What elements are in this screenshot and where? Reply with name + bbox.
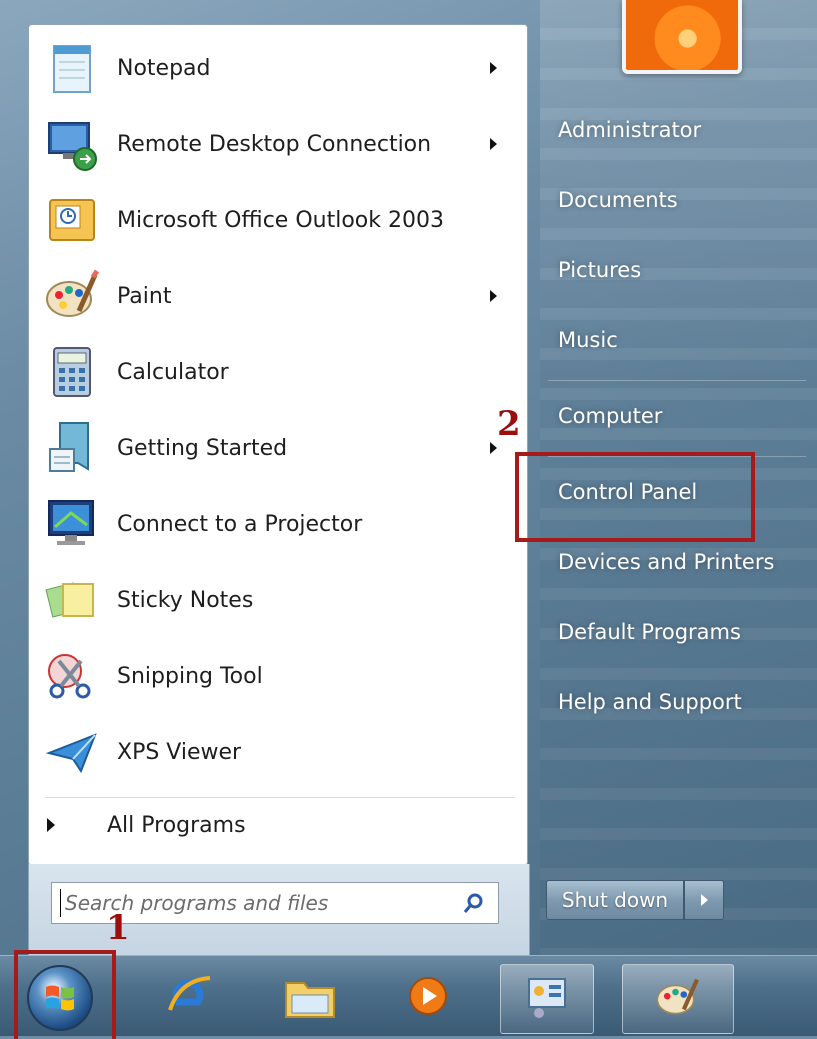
remote-desktop-icon: [39, 111, 105, 177]
program-getting-started[interactable]: Getting Started: [37, 413, 519, 483]
taskbar-internet-explorer[interactable]: [142, 964, 234, 1032]
submenu-arrow-icon[interactable]: [490, 62, 497, 74]
projector-icon: [39, 491, 105, 557]
calculator-icon: [39, 339, 105, 405]
step-marker-2: 2: [497, 404, 521, 444]
taskbar-media-player[interactable]: [382, 964, 474, 1032]
right-item-label: Devices and Printers: [558, 550, 775, 574]
program-notepad[interactable]: Notepad: [37, 33, 519, 103]
right-item-label: Help and Support: [558, 690, 742, 714]
search-area: Search programs and files: [28, 864, 530, 956]
text-caret: [60, 889, 61, 917]
program-outlook[interactable]: Microsoft Office Outlook 2003: [37, 185, 519, 255]
right-item-help-support[interactable]: Help and Support: [548, 680, 810, 724]
program-label: XPS Viewer: [117, 739, 242, 765]
control-panel-icon: [523, 973, 571, 1025]
separator: [45, 797, 515, 798]
expand-arrow-icon: [47, 818, 55, 832]
all-programs-button[interactable]: All Programs: [37, 805, 519, 845]
getting-started-icon: [39, 415, 105, 481]
program-label: Remote Desktop Connection: [117, 131, 432, 157]
program-snipping-tool[interactable]: Snipping Tool: [37, 641, 519, 711]
paint-icon: [652, 973, 704, 1025]
windows-explorer-icon: [282, 971, 338, 1025]
snipping-tool-icon: [39, 643, 105, 709]
program-label: Microsoft Office Outlook 2003: [117, 207, 444, 233]
right-item-music[interactable]: Music: [548, 318, 810, 362]
search-icon[interactable]: [462, 891, 486, 919]
paint-icon: [39, 263, 105, 329]
program-label: Notepad: [117, 55, 211, 81]
separator: [548, 380, 806, 381]
program-remote-desktop[interactable]: Remote Desktop Connection: [37, 109, 519, 179]
program-label: Sticky Notes: [117, 587, 254, 613]
xps-viewer-icon: [39, 719, 105, 785]
right-item-documents[interactable]: Documents: [548, 178, 810, 222]
right-item-label: Pictures: [558, 258, 642, 282]
search-placeholder: Search programs and files: [65, 891, 329, 915]
program-xps-viewer[interactable]: XPS Viewer: [37, 717, 519, 787]
media-player-icon: [405, 973, 451, 1023]
taskbar: [0, 955, 817, 1036]
program-label: Snipping Tool: [117, 663, 263, 689]
program-label: Getting Started: [117, 435, 288, 461]
right-item-label: Computer: [558, 404, 663, 428]
highlight-box-control-panel: [515, 452, 755, 542]
taskbar-paint[interactable]: [622, 964, 734, 1034]
taskbar-windows-explorer[interactable]: [264, 964, 356, 1032]
right-item-label: Administrator: [558, 118, 702, 142]
right-item-label: Documents: [558, 188, 678, 212]
submenu-arrow-icon[interactable]: [490, 442, 497, 454]
program-paint[interactable]: Paint: [37, 261, 519, 331]
shutdown-options-button[interactable]: [684, 880, 724, 920]
outlook-icon: [39, 187, 105, 253]
submenu-arrow-icon[interactable]: [490, 138, 497, 150]
user-picture[interactable]: [622, 0, 742, 74]
taskbar-control-panel[interactable]: [500, 964, 594, 1034]
notepad-icon: [39, 35, 105, 101]
program-calculator[interactable]: Calculator: [37, 337, 519, 407]
program-sticky-notes[interactable]: Sticky Notes: [37, 565, 519, 635]
sticky-notes-icon: [39, 567, 105, 633]
programs-pane: Notepad Remote Desktop Connection Micros…: [28, 24, 528, 866]
program-label: Calculator: [117, 359, 229, 385]
shutdown-label: Shut down: [561, 888, 669, 912]
step-marker-1: 1: [106, 908, 130, 948]
right-item-computer[interactable]: Computer: [548, 394, 810, 438]
all-programs-label: All Programs: [107, 812, 246, 838]
program-label: Connect to a Projector: [117, 511, 363, 537]
right-item-pictures[interactable]: Pictures: [548, 248, 810, 292]
right-item-devices-printers[interactable]: Devices and Printers: [548, 540, 810, 584]
internet-explorer-icon: [162, 970, 214, 1026]
chevron-right-icon: [700, 894, 708, 906]
right-item-administrator[interactable]: Administrator: [548, 108, 810, 152]
highlight-box-start-button: [14, 950, 116, 1039]
program-label: Paint: [117, 283, 172, 309]
right-item-label: Music: [558, 328, 618, 352]
program-connect-projector[interactable]: Connect to a Projector: [37, 489, 519, 559]
right-item-default-programs[interactable]: Default Programs: [548, 610, 810, 654]
submenu-arrow-icon[interactable]: [490, 290, 497, 302]
shutdown-button[interactable]: Shut down: [546, 880, 684, 920]
right-item-label: Default Programs: [558, 620, 741, 644]
